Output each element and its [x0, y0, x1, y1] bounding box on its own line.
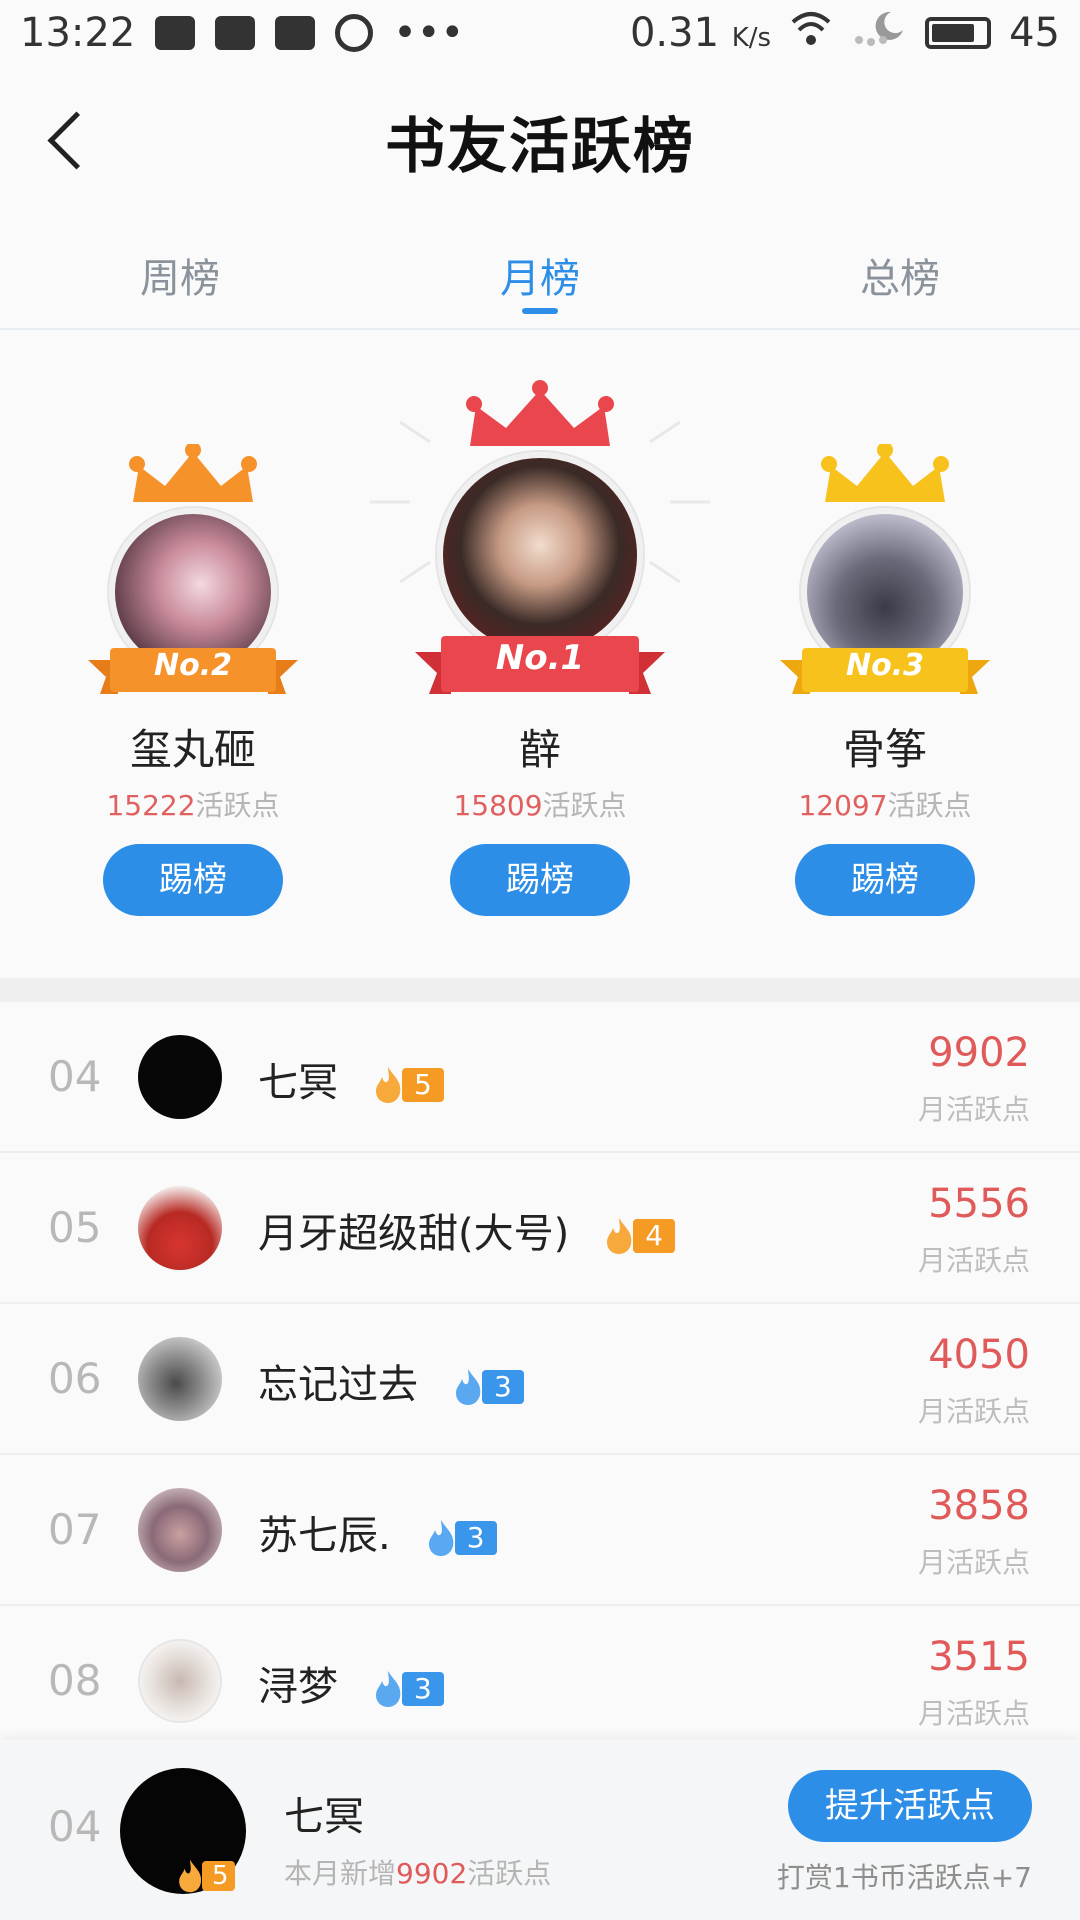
- avatar[interactable]: [138, 1488, 222, 1572]
- qq-notification-icon: [155, 16, 196, 50]
- status-bar: 13:22 ••• 0.31 K/s 45: [0, 0, 1080, 66]
- video-notification-icon: [215, 16, 256, 50]
- my-monthly-gain: 本月新增9902活跃点: [284, 1857, 552, 1890]
- user-name: 月牙超级甜(大号) 4: [258, 1201, 676, 1259]
- list-item[interactable]: 05 月牙超级甜(大号) 4 5556 月活跃点: [0, 1153, 1080, 1304]
- more-notifications-icon: •••: [393, 10, 465, 56]
- rank-label: No.2: [154, 648, 232, 683]
- flame-icon: [456, 1369, 481, 1405]
- level-badge: 5: [368, 1067, 444, 1103]
- activity-unit: 月活跃点: [917, 1395, 1030, 1428]
- activity-value: 5556: [928, 1181, 1030, 1227]
- podium-first: No.1 辪 15809活跃点 踢榜: [370, 332, 710, 978]
- flame-icon: [376, 1067, 401, 1103]
- activity-unit: 月活跃点: [917, 1697, 1030, 1730]
- boost-activity-button[interactable]: 提升活跃点: [788, 1770, 1032, 1842]
- rank-number: 08: [48, 1656, 102, 1705]
- rank-label: No.1: [495, 638, 585, 678]
- my-rank-bar: 04 5 七冥 本月新增9902活跃点 提升活跃点 打赏1书币活跃点+7: [0, 1740, 1080, 1920]
- rank-number: 06: [48, 1354, 102, 1403]
- level-badge: 3: [421, 1520, 497, 1556]
- battery-level: 45: [1009, 10, 1060, 56]
- image-notification-icon: [275, 16, 316, 50]
- rank-number: 07: [48, 1505, 102, 1554]
- podium-second: No.2 玺丸砸 15222活跃点 踢榜: [43, 332, 343, 978]
- activity-unit: 月活跃点: [917, 1546, 1030, 1579]
- user-name: 忘记过去 3: [258, 1352, 524, 1410]
- kick-button[interactable]: 踢榜: [450, 844, 630, 916]
- flame-icon: [428, 1520, 454, 1556]
- podium-points: 12097活跃点: [798, 789, 972, 822]
- podium-name: 玺丸砸: [129, 725, 256, 774]
- level-badge: 3: [368, 1671, 444, 1707]
- list-item[interactable]: 08 浔梦 3 3515 月活跃点: [0, 1606, 1080, 1757]
- podium-points: 15222活跃点: [106, 789, 280, 822]
- list-item[interactable]: 07 苏七辰. 3 3858 月活跃点: [0, 1455, 1080, 1606]
- crown-icon: [466, 380, 614, 446]
- ranking-list: 04 七冥 5 9902 月活跃点 05 月牙超级甜(大号) 4 5556 月活跃点…: [0, 1002, 1080, 1757]
- podium-points: 15809活跃点: [453, 789, 627, 822]
- flame-icon: [607, 1218, 632, 1254]
- rank-label: No.3: [846, 648, 924, 683]
- activity-unit: 月活跃点: [917, 1244, 1030, 1277]
- user-name: 浔梦 3: [258, 1654, 444, 1712]
- night-mode-icon: [851, 8, 907, 58]
- kick-button[interactable]: 踢榜: [103, 844, 283, 916]
- activity-value: 3858: [928, 1483, 1030, 1529]
- my-rank-number: 04: [48, 1802, 102, 1851]
- top-three-podium: No.2 玺丸砸 15222活跃点 踢榜 No.1 辪 15809活跃点 踢榜: [0, 332, 1080, 978]
- podium-third: No.3 骨筝 12097活跃点 踢榜: [735, 332, 1035, 978]
- tab-total[interactable]: 总榜: [720, 216, 1080, 328]
- podium-name: 骨筝: [842, 725, 927, 774]
- user-name: 苏七辰. 3: [258, 1503, 497, 1561]
- page-title: 书友活跃榜: [385, 111, 695, 182]
- activity-value: 3515: [928, 1634, 1030, 1680]
- activity-value: 4050: [928, 1332, 1030, 1378]
- level-badge: 5: [172, 1858, 235, 1894]
- kick-button[interactable]: 踢榜: [795, 844, 975, 916]
- status-time: 13:22: [20, 10, 136, 56]
- tab-monthly[interactable]: 月榜: [360, 216, 720, 328]
- rank-number: 04: [48, 1052, 102, 1101]
- section-divider: [0, 978, 1080, 1002]
- my-name: 七冥: [284, 1794, 364, 1840]
- pause-icon: [335, 14, 374, 52]
- network-speed: 0.31 K/s: [629, 10, 772, 56]
- list-item[interactable]: 06 忘记过去 3 4050 月活跃点: [0, 1304, 1080, 1455]
- activity-unit: 月活跃点: [917, 1093, 1030, 1126]
- avatar[interactable]: [138, 1186, 222, 1270]
- crown-icon: [821, 444, 949, 502]
- avatar[interactable]: [138, 1639, 222, 1723]
- wifi-icon: [789, 8, 833, 58]
- avatar[interactable]: [138, 1337, 222, 1421]
- battery-icon: [925, 17, 992, 49]
- tab-weekly[interactable]: 周榜: [0, 216, 360, 328]
- tab-bar: 周榜 月榜 总榜: [0, 216, 1080, 330]
- reward-hint: 打赏1书币活跃点+7: [776, 1861, 1032, 1894]
- activity-value: 9902: [928, 1030, 1030, 1076]
- app-header: 书友活跃榜: [0, 66, 1080, 216]
- level-badge: 3: [448, 1369, 524, 1405]
- user-name: 七冥 5: [258, 1050, 444, 1108]
- avatar[interactable]: [437, 452, 643, 658]
- flame-icon: [179, 1859, 202, 1893]
- rank-number: 05: [48, 1203, 102, 1252]
- flame-icon: [376, 1671, 401, 1707]
- podium-name: 辪: [518, 725, 561, 774]
- level-badge: 4: [599, 1218, 676, 1254]
- list-item[interactable]: 04 七冥 5 9902 月活跃点: [0, 1002, 1080, 1153]
- avatar[interactable]: [138, 1035, 222, 1119]
- crown-icon: [129, 444, 257, 502]
- back-arrow-icon[interactable]: [40, 106, 104, 170]
